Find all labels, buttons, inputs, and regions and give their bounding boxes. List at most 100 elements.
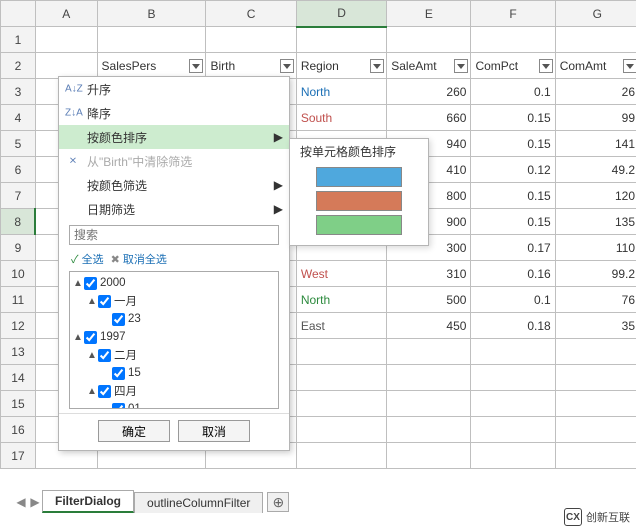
cell-compct[interactable]: 0.15 [471,105,555,131]
tree-checkbox[interactable] [112,367,125,380]
tree-checkbox[interactable] [84,277,97,290]
cancel-button[interactable]: 取消 [178,420,250,442]
expand-icon[interactable]: ▲ [86,350,98,361]
cell-region[interactable]: South [296,105,386,131]
add-sheet-button[interactable]: ⊕ [267,492,289,512]
cell-compct[interactable]: 0.18 [471,313,555,339]
tab-nav-next[interactable]: ▶ [28,492,42,512]
col-header-D[interactable]: D [296,1,386,27]
cell-compct[interactable]: 0.17 [471,235,555,261]
ok-button[interactable]: 确定 [98,420,170,442]
filter-value-tree[interactable]: ▲2000▲一月23▲1997▲二月15▲四月01 [69,271,279,409]
expand-icon[interactable]: ▲ [72,278,84,289]
row-header[interactable]: 12 [1,313,36,339]
cell-saleamt[interactable]: 260 [387,79,471,105]
menu-sort-by-color[interactable]: 按颜色排序▶ [59,125,289,149]
col-header-F[interactable]: F [471,1,555,27]
tree-node[interactable]: ▲1997 [72,328,276,346]
cell-comamt[interactable]: 110 [555,235,636,261]
col-header-C[interactable]: C [206,1,296,27]
cell-compct[interactable]: 0.12 [471,157,555,183]
row-header[interactable]: 15 [1,391,36,417]
tree-checkbox[interactable] [84,331,97,344]
cell-comamt[interactable]: 120 [555,183,636,209]
tree-node[interactable]: 23 [72,310,276,328]
row-header[interactable]: 13 [1,339,36,365]
cell-comamt[interactable]: 76 [555,287,636,313]
cell-compct[interactable]: 0.16 [471,261,555,287]
tree-checkbox[interactable] [98,349,111,362]
filter-dropdown-icon[interactable] [623,59,636,73]
row-header[interactable]: 3 [1,79,36,105]
cell-saleamt[interactable]: 310 [387,261,471,287]
menu-filter-by-color[interactable]: 按颜色筛选▶ [59,173,289,197]
filter-dropdown-icon[interactable] [280,59,294,73]
cell-region[interactable]: North [296,79,386,105]
tree-checkbox[interactable] [112,313,125,326]
cell-compct[interactable]: 0.15 [471,209,555,235]
filter-dropdown-icon[interactable] [189,59,203,73]
tree-checkbox[interactable] [112,403,125,410]
cell-comamt[interactable]: 49.2 [555,157,636,183]
row-header[interactable]: 5 [1,131,36,157]
filter-dropdown-icon[interactable] [370,59,384,73]
row-header[interactable]: 2 [1,53,36,79]
color-swatch[interactable] [316,215,402,235]
tree-checkbox[interactable] [98,295,111,308]
cell-comamt[interactable]: 141 [555,131,636,157]
row-header[interactable]: 16 [1,417,36,443]
color-swatch[interactable] [316,191,402,211]
cell-comamt[interactable]: 26 [555,79,636,105]
deselect-all-link[interactable]: 取消全选 [123,254,167,266]
select-all-link[interactable]: 全选 [82,254,104,266]
row-header[interactable]: 11 [1,287,36,313]
tree-node[interactable]: 15 [72,364,276,382]
tab-nav-prev[interactable]: ◀ [14,492,28,512]
col-header-E[interactable]: E [387,1,471,27]
cell-region[interactable]: West [296,261,386,287]
row-header[interactable]: 8 [1,209,36,235]
col-header-A[interactable]: A [35,1,97,27]
filter-dropdown-icon[interactable] [539,59,553,73]
menu-date-filter[interactable]: 日期筛选▶ [59,197,289,221]
cell-saleamt[interactable]: 660 [387,105,471,131]
cell-region[interactable]: North [296,287,386,313]
filter-dropdown-icon[interactable] [454,59,468,73]
cell-comamt[interactable]: 99.2 [555,261,636,287]
row-header[interactable]: 1 [1,27,36,53]
expand-icon[interactable]: ▲ [86,296,98,307]
cell-saleamt[interactable]: 500 [387,287,471,313]
menu-sort-desc[interactable]: Z↓A降序 [59,101,289,125]
row-header[interactable]: 4 [1,105,36,131]
menu-sort-asc[interactable]: A↓Z升序 [59,77,289,101]
cell-region[interactable]: East [296,313,386,339]
submenu-title[interactable]: 按单元格颜色排序 [290,139,428,163]
cell-comamt[interactable]: 35 [555,313,636,339]
row-header[interactable]: 10 [1,261,36,287]
row-header[interactable]: 14 [1,365,36,391]
row-header[interactable]: 7 [1,183,36,209]
sheet-tab[interactable]: outlineColumnFilter [134,492,263,513]
row-header[interactable]: 9 [1,235,36,261]
tree-node[interactable]: ▲二月 [72,346,276,364]
cell-compct[interactable]: 0.1 [471,79,555,105]
cell-compct[interactable]: 0.15 [471,131,555,157]
cell-comamt[interactable]: 99 [555,105,636,131]
cell-comamt[interactable]: 135 [555,209,636,235]
tree-node[interactable]: ▲2000 [72,274,276,292]
tree-node[interactable]: 01 [72,400,276,409]
expand-icon[interactable]: ▲ [86,386,98,397]
select-all-corner[interactable] [1,1,36,27]
col-header-G[interactable]: G [555,1,636,27]
row-header[interactable]: 6 [1,157,36,183]
tree-node[interactable]: ▲一月 [72,292,276,310]
cell-saleamt[interactable]: 450 [387,313,471,339]
color-swatch[interactable] [316,167,402,187]
tree-node[interactable]: ▲四月 [72,382,276,400]
expand-icon[interactable]: ▲ [72,332,84,343]
sheet-tab-active[interactable]: FilterDialog [42,490,134,513]
filter-search-input[interactable] [69,225,279,245]
row-header[interactable]: 17 [1,443,36,469]
tree-checkbox[interactable] [98,385,111,398]
col-header-B[interactable]: B [97,1,206,27]
